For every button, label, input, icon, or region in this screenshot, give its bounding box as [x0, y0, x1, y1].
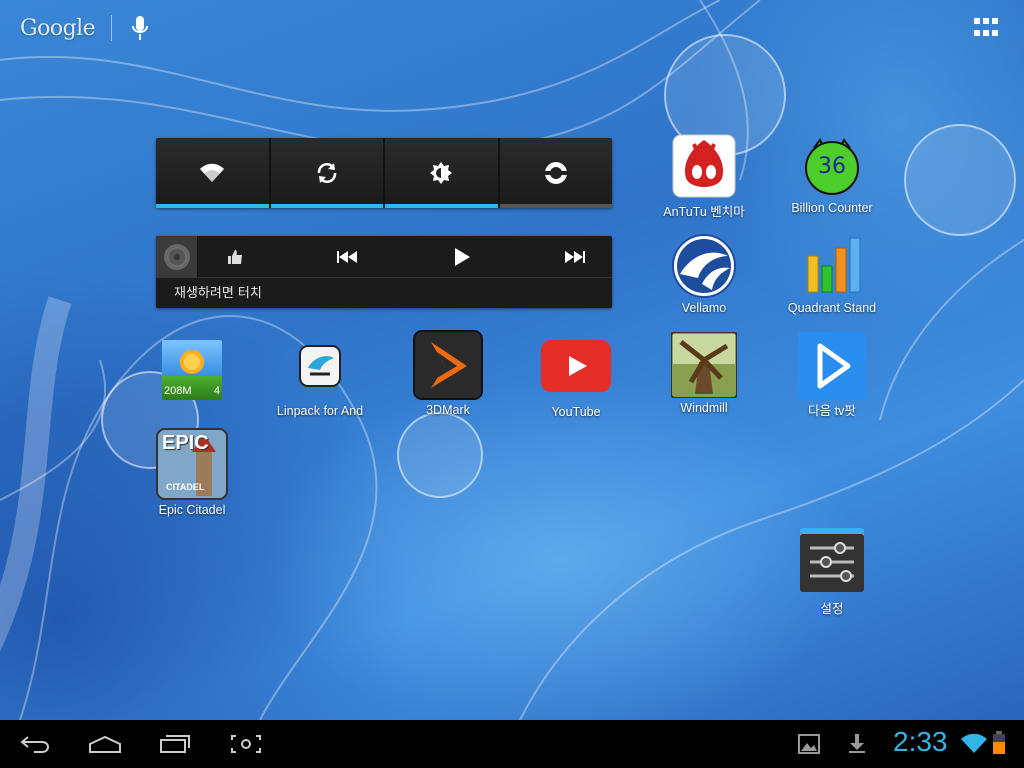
vellamo-icon [672, 234, 736, 298]
brightness-toggle[interactable] [385, 138, 500, 208]
task-manager-icon: 208M 4 [162, 340, 222, 400]
antutu-icon [672, 134, 736, 198]
app-label: 다음 tv팟 [808, 404, 856, 418]
app-3dmark[interactable]: 3DMark [393, 330, 503, 417]
rotation-icon [542, 162, 569, 184]
brightness-indicator [385, 204, 498, 208]
app-label: Epic Citadel [158, 503, 226, 517]
wifi-indicator [156, 204, 269, 208]
music-widget[interactable]: 재생하려면 터치 [156, 235, 612, 308]
quadrant-icon [800, 234, 864, 298]
recent-apps-button[interactable] [145, 720, 205, 768]
youtube-icon [541, 340, 611, 392]
sync-indicator [270, 204, 383, 208]
app-linpack[interactable]: Linpack for And [265, 344, 375, 418]
music-status-text: 재생하려면 터치 [174, 286, 262, 301]
back-icon [20, 736, 49, 753]
app-label: YouTube [551, 405, 601, 419]
power-control-widget [156, 138, 612, 208]
app-antutu[interactable]: AnTuTu 벤치마 [649, 134, 759, 220]
brightness-icon [430, 162, 453, 184]
previous-icon[interactable] [322, 236, 372, 278]
app-billion-counter[interactable]: 36 Billion Counter [777, 134, 887, 215]
all-apps-grid-icon[interactable] [974, 18, 1002, 38]
settings-icon [800, 528, 864, 592]
app-vellamo[interactable]: Vellamo [649, 234, 759, 315]
rotation-indicator [499, 204, 612, 208]
3dmark-icon [413, 330, 483, 400]
download-notification[interactable] [827, 720, 887, 768]
citadel-title-text: CITADEL [166, 482, 205, 492]
google-search-bar[interactable]: Google [20, 10, 150, 46]
task-count-text: 4 [213, 385, 220, 397]
screenshot-button[interactable] [216, 720, 276, 768]
app-windmill[interactable]: Windmill [649, 331, 759, 415]
linpack-icon [288, 344, 352, 390]
app-label: Quadrant Stand [787, 301, 877, 315]
app-epic-citadel[interactable]: EPIC CITADEL Epic Citadel [137, 428, 247, 517]
app-label: 설정 [820, 602, 844, 616]
app-daum-tv[interactable]: 다음 tv팟 [777, 332, 887, 419]
billion-counter-icon: 36 [800, 134, 864, 198]
wifi-signal-icon [961, 734, 987, 753]
app-settings[interactable]: 설정 [777, 528, 887, 617]
back-button[interactable] [5, 720, 65, 768]
app-quadrant[interactable]: Quadrant Stand [777, 234, 887, 315]
google-logo[interactable]: Google [20, 16, 96, 41]
system-bar [0, 720, 1024, 768]
status-clock[interactable]: 2:33 [893, 726, 948, 758]
screenshot-icon [231, 735, 261, 753]
billion-counter-badge: 36 [818, 154, 846, 179]
memory-free-text: 208M [164, 385, 192, 397]
album-art-icon[interactable] [156, 235, 198, 278]
app-label: Windmill [680, 401, 728, 415]
next-icon[interactable] [550, 236, 600, 278]
app-label: Linpack for And [276, 404, 364, 418]
battery-icon [993, 731, 1005, 754]
windmill-icon [670, 331, 738, 399]
home-icon [89, 735, 121, 753]
wifi-icon [200, 163, 225, 182]
play-icon[interactable] [437, 236, 487, 278]
sync-icon [317, 163, 337, 183]
wifi-toggle[interactable] [156, 138, 271, 208]
daum-tv-icon [798, 332, 866, 400]
app-label: AnTuTu 벤치마 [663, 205, 745, 219]
sync-toggle[interactable] [270, 138, 385, 208]
home-button[interactable] [75, 720, 135, 768]
epic-title-text: EPIC [162, 432, 209, 454]
rotation-toggle[interactable] [499, 138, 612, 208]
recent-apps-icon [160, 735, 190, 753]
app-label: 3DMark [426, 403, 470, 417]
thumbs-up-icon[interactable] [210, 236, 260, 278]
app-task-manager-widget[interactable]: 208M 4 [137, 340, 247, 400]
image-icon [798, 734, 820, 754]
download-icon [849, 734, 865, 753]
app-youtube[interactable]: YouTube [521, 340, 631, 419]
search-divider [111, 15, 113, 41]
app-label: Billion Counter [791, 201, 873, 215]
epic-citadel-icon: EPIC CITADEL [156, 428, 228, 500]
app-label: Vellamo [681, 301, 727, 315]
mic-icon[interactable] [130, 14, 150, 42]
